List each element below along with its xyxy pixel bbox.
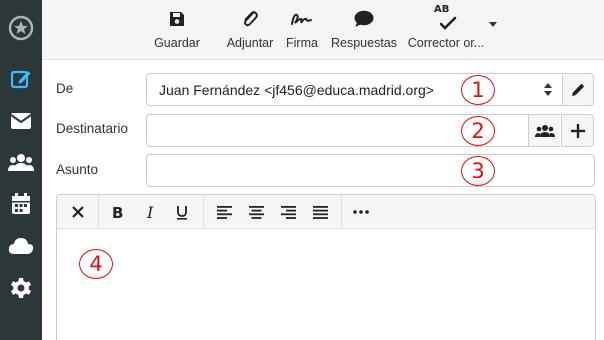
add-recipient-button[interactable] [561,114,594,147]
signature-icon [290,6,314,32]
edit-identity-button[interactable] [562,73,594,106]
divider [341,195,342,229]
annotation-2: 2 [461,116,495,146]
subject-input[interactable] [146,154,595,187]
sidebar [0,0,42,340]
divider [203,195,204,229]
mail-icon[interactable] [0,106,42,136]
message-editor[interactable]: B I [56,194,596,340]
spellcheck-label: Corrector or... [407,36,485,50]
plus-icon [570,123,585,138]
align-center-button[interactable] [244,200,268,224]
save-button[interactable]: Guardar [154,6,200,56]
annotation-3: 3 [461,156,495,186]
attach-button[interactable]: Adjuntar [223,6,277,56]
signature-button[interactable]: Firma [284,6,320,56]
save-icon [169,6,185,32]
responses-label: Respuestas [330,36,397,50]
attach-label: Adjuntar [226,36,274,50]
more-options-button[interactable] [349,200,373,224]
editor-toolbar: B I [57,195,595,229]
ellipsis-icon [353,210,369,214]
align-right-icon [280,205,296,219]
bold-button[interactable]: B [106,200,130,224]
svg-text:B: B [112,205,123,220]
comment-icon [354,6,374,32]
select-arrows-icon [544,83,552,97]
align-justify-icon [312,205,328,219]
align-center-icon [248,205,264,219]
subject-label: Asunto [56,162,99,177]
logo-icon[interactable] [0,13,42,43]
paperclip-icon [241,6,259,32]
settings-icon[interactable] [0,273,42,303]
responses-button[interactable]: Respuestas [329,6,399,56]
spellcheck-dropdown-caret[interactable] [489,22,497,27]
from-label: De [56,81,74,96]
bold-icon: B [112,205,123,220]
compose-icon[interactable] [0,64,42,94]
compose-toolbar: Guardar Adjuntar Firma Respuestas AB Cor… [42,0,604,60]
align-left-button[interactable] [212,200,236,224]
contacts-icon[interactable] [0,147,42,177]
calendar-icon[interactable] [0,189,42,219]
signature-label: Firma [286,36,318,50]
close-format-button[interactable] [66,200,90,224]
underline-icon [177,205,187,220]
to-label: Destinatario [56,121,129,136]
annotation-4: 4 [79,249,113,279]
align-right-button[interactable] [276,200,300,224]
spellcheck-button[interactable]: AB Corrector or... [407,4,485,56]
from-select[interactable]: Juan Fernández <jf456@educa.madrid.org> [146,73,563,106]
address-book-button[interactable] [528,114,560,147]
divider [98,195,99,229]
close-icon [72,206,84,218]
pencil-icon [571,83,584,96]
save-label: Guardar [154,36,200,50]
italic-button[interactable]: I [139,200,163,224]
spellcheck-icon: AB [433,4,459,32]
contacts-icon [534,124,555,137]
justify-button[interactable] [308,200,332,224]
cloud-icon[interactable] [0,231,42,261]
align-left-icon [216,205,232,219]
from-value: Juan Fernández <jf456@educa.madrid.org> [159,82,434,98]
annotation-1: 1 [461,75,495,105]
italic-icon: I [146,205,154,220]
svg-text:I: I [146,205,154,220]
underline-button[interactable] [170,200,194,224]
